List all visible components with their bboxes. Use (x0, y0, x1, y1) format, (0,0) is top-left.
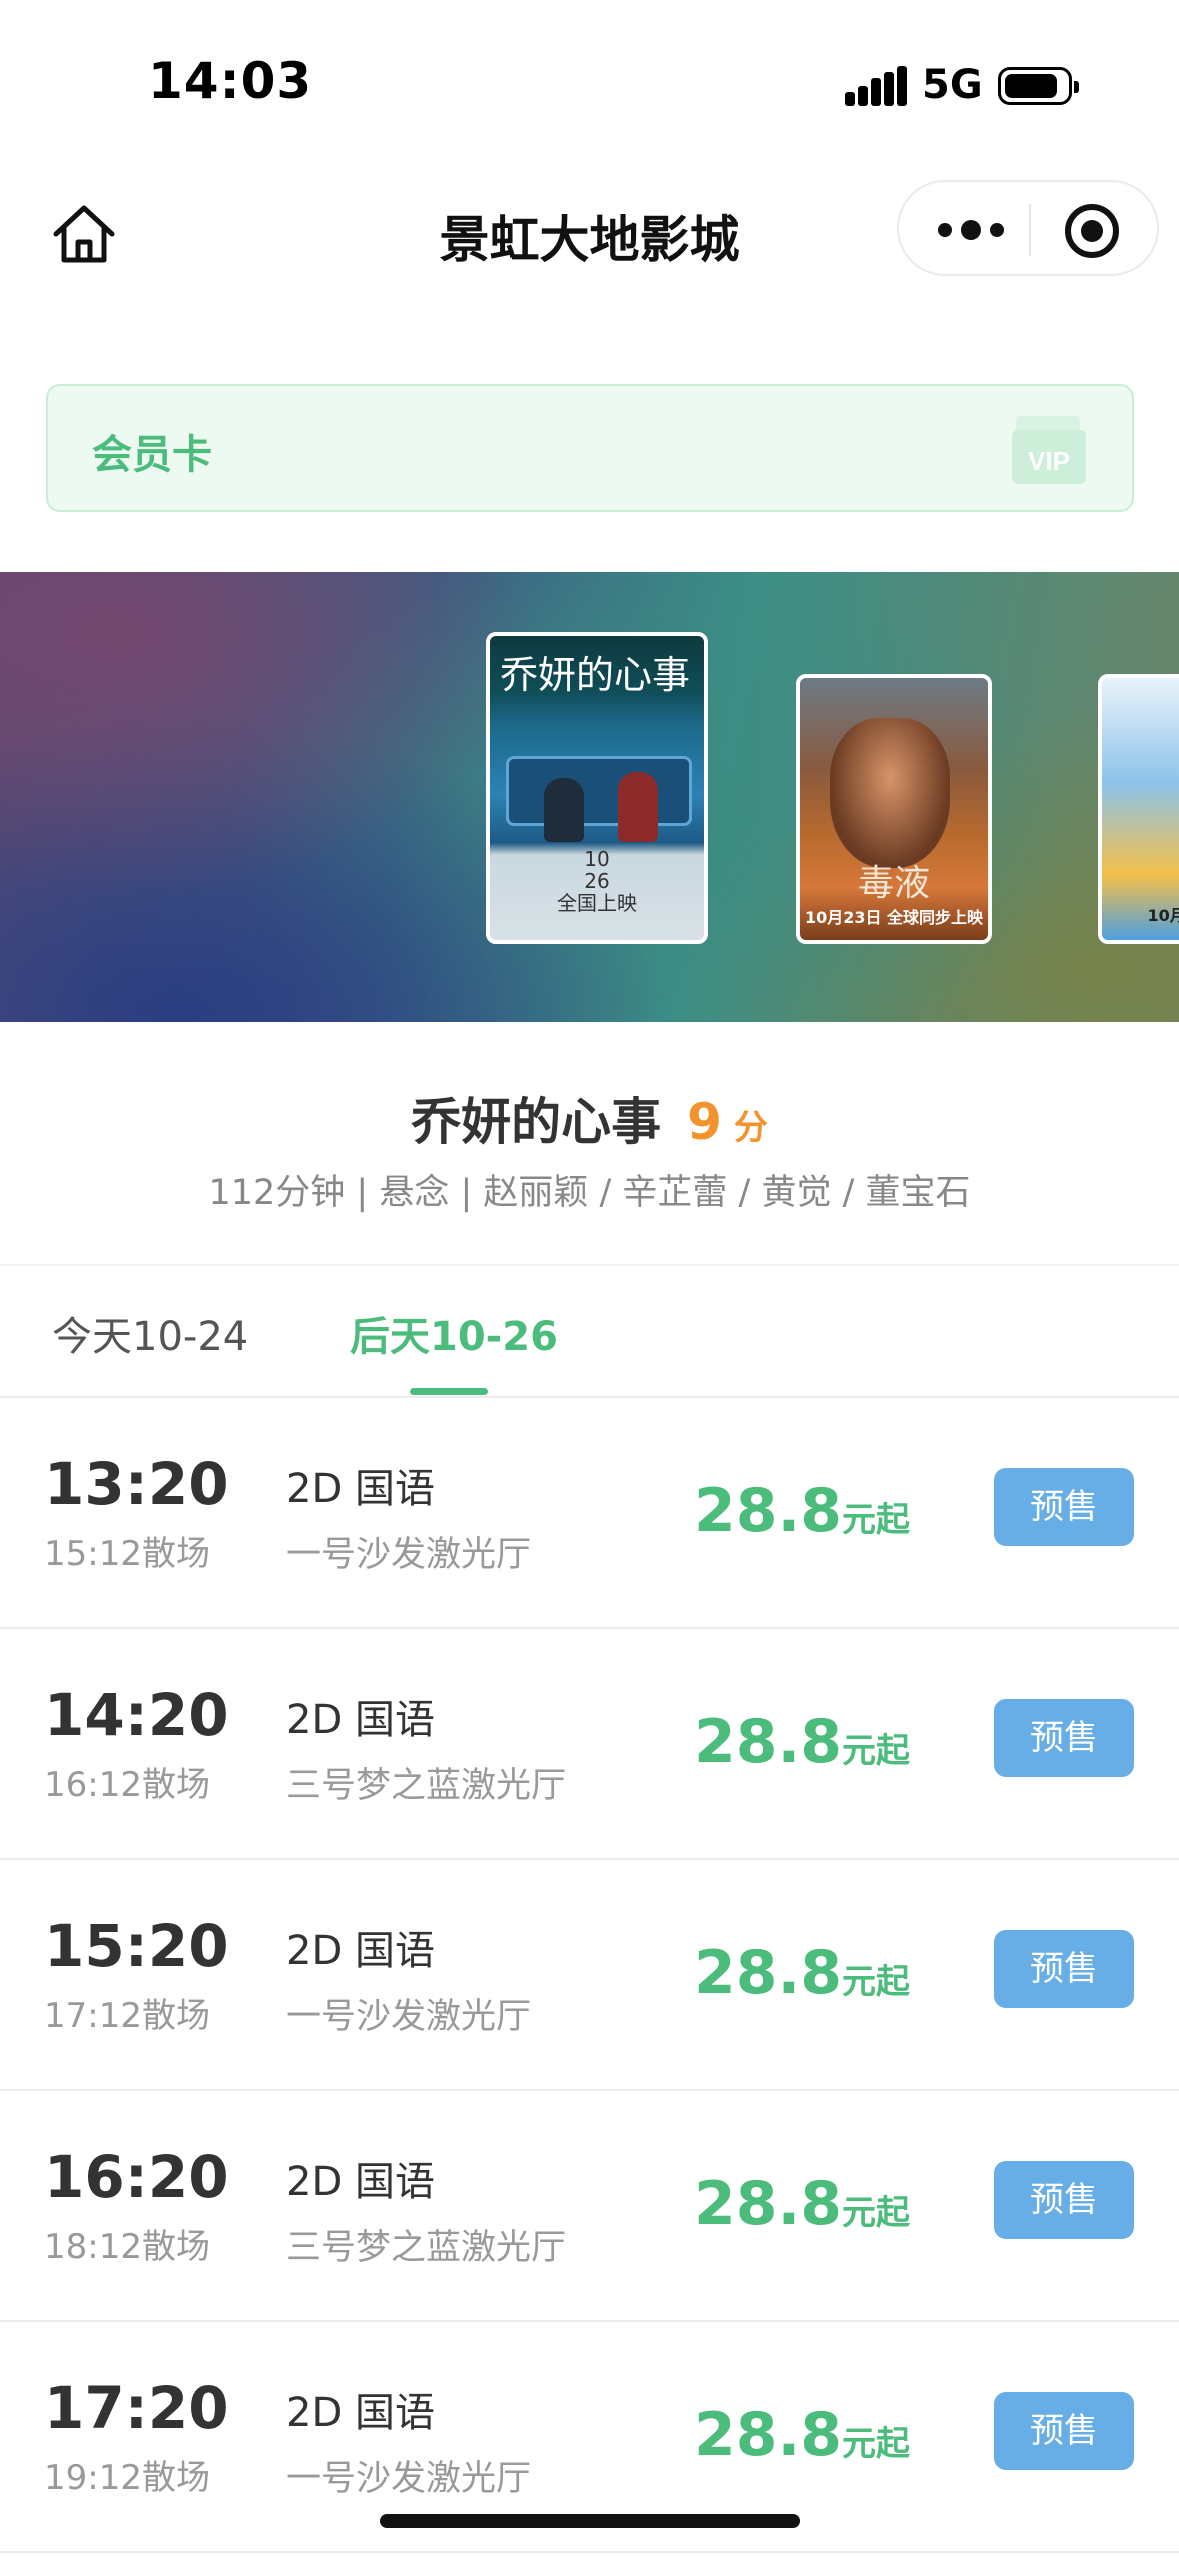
poster-item[interactable]: 毒液 10月23日 全球同步上映 (796, 674, 992, 944)
status-time: 14:03 (148, 52, 313, 110)
signal-icon (845, 66, 907, 106)
format-language: 2D 国语 (286, 1466, 435, 1512)
active-tab-indicator (410, 1388, 488, 1395)
more-icon[interactable] (931, 208, 1011, 252)
poster-selected[interactable]: 乔妍的心事 10 26 全国上映 (486, 632, 708, 944)
hall-name: 三号梦之蓝激光厅 (286, 2228, 567, 2268)
start-time: 13:20 (44, 1450, 229, 1518)
start-time: 14:20 (44, 1681, 229, 1749)
date-tabs: 今天10-24 后天10-26 (0, 1264, 1179, 1398)
movie-title: 乔妍的心事 (411, 1093, 662, 1151)
presale-button[interactable]: 预售 (994, 2161, 1134, 2239)
end-time: 17:12散场 (44, 1996, 210, 2036)
hall-name: 一号沙发激光厅 (286, 2459, 532, 2499)
network-label: 5G (922, 62, 983, 108)
price-unit: 元起 (842, 1500, 911, 1540)
presale-button[interactable]: 预售 (994, 1699, 1134, 1777)
battery-icon (998, 67, 1079, 105)
presale-button[interactable]: 预售 (994, 1468, 1134, 1546)
price-value: 28.8 (694, 1476, 843, 1546)
start-time: 17:20 (44, 2374, 229, 2442)
format-language: 2D 国语 (286, 1697, 435, 1743)
home-indicator (380, 2514, 800, 2528)
presale-button[interactable]: 预售 (994, 2392, 1134, 2470)
end-time: 15:12散场 (44, 1534, 210, 1574)
poster-date: 10月23日 全球同步上映 (804, 908, 984, 927)
close-mini-program-icon[interactable] (1065, 204, 1119, 258)
mini-program-capsule (897, 180, 1159, 276)
tab-today[interactable]: 今天10-24 (52, 1304, 248, 1362)
poster-title: 乔妍的心事 (500, 653, 691, 697)
showtime-row[interactable]: 14:20 16:12散场 2D 国语 三号梦之蓝激光厅 28.8元起 预售 (0, 1629, 1179, 1860)
price-unit: 元起 (842, 2424, 911, 2464)
price-unit: 元起 (842, 1731, 911, 1771)
member-card-banner[interactable]: 会员卡 VIP (46, 384, 1134, 512)
poster-image (830, 718, 950, 868)
poster-item[interactable]: 10月18 (1098, 674, 1179, 944)
price: 28.8元起 (694, 2169, 910, 2239)
price: 28.8元起 (694, 1476, 910, 1546)
hall-name: 一号沙发激光厅 (286, 1535, 532, 1575)
price-value: 28.8 (694, 1938, 843, 2008)
poster-image (506, 756, 692, 826)
movie-score: 9 (687, 1093, 722, 1151)
price: 28.8元起 (694, 1707, 910, 1777)
nav-bar: 景虹大地影城 (0, 160, 1179, 300)
price-unit: 元起 (842, 1962, 911, 2002)
vip-card-icon: VIP (1010, 412, 1088, 486)
format-language: 2D 国语 (286, 1928, 435, 1974)
status-bar: 14:03 5G (0, 0, 1179, 160)
showtime-row[interactable]: 15:20 17:12散场 2D 国语 一号沙发激光厅 28.8元起 预售 (0, 1860, 1179, 2091)
hall-name: 三号梦之蓝激光厅 (286, 1766, 567, 1806)
showtime-list: 13:20 15:12散场 2D 国语 一号沙发激光厅 28.8元起 预售 14… (0, 1398, 1179, 2553)
movie-info: 乔妍的心事 9 分 112分钟 | 悬念 | 赵丽颖 / 辛芷蕾 / 黄觉 / 董宝… (0, 1022, 1179, 1264)
price-value: 28.8 (694, 2169, 843, 2239)
poster-date: 10 26 全国上映 (557, 847, 637, 915)
price-unit: 元起 (842, 2193, 911, 2233)
capsule-divider (1029, 204, 1031, 256)
movie-meta: 112分钟 | 悬念 | 赵丽颖 / 辛芷蕾 / 黄觉 / 董宝石 (208, 1173, 971, 1213)
poster-title: 毒液 (857, 863, 930, 904)
format-language: 2D 国语 (286, 2390, 435, 2436)
hall-name: 一号沙发激光厅 (286, 1997, 532, 2037)
poster-date: 10月18 (1147, 906, 1179, 925)
svg-text:VIP: VIP (1028, 446, 1070, 476)
movie-poster-carousel[interactable]: 乔妍的心事 10 26 全国上映 毒液 10月23日 全球同步上映 10月18 (0, 572, 1179, 1022)
price: 28.8元起 (694, 1938, 910, 2008)
price: 28.8元起 (694, 2400, 910, 2470)
tab-day-after-tomorrow[interactable]: 后天10-26 (350, 1304, 558, 1362)
start-time: 16:20 (44, 2143, 229, 2211)
presale-button[interactable]: 预售 (994, 1930, 1134, 2008)
member-card-label: 会员卡 (92, 432, 212, 478)
start-time: 15:20 (44, 1912, 229, 1980)
showtime-row[interactable]: 16:20 18:12散场 2D 国语 三号梦之蓝激光厅 28.8元起 预售 (0, 2091, 1179, 2322)
movie-score-unit: 分 (733, 1108, 768, 1148)
price-value: 28.8 (694, 2400, 843, 2470)
price-value: 28.8 (694, 1707, 843, 1777)
movie-title-row: 乔妍的心事 9 分 (0, 1082, 1179, 1154)
format-language: 2D 国语 (286, 2159, 435, 2205)
showtime-row[interactable]: 13:20 15:12散场 2D 国语 一号沙发激光厅 28.8元起 预售 (0, 1398, 1179, 1629)
end-time: 18:12散场 (44, 2227, 210, 2267)
end-time: 16:12散场 (44, 1765, 210, 1805)
end-time: 19:12散场 (44, 2458, 210, 2498)
